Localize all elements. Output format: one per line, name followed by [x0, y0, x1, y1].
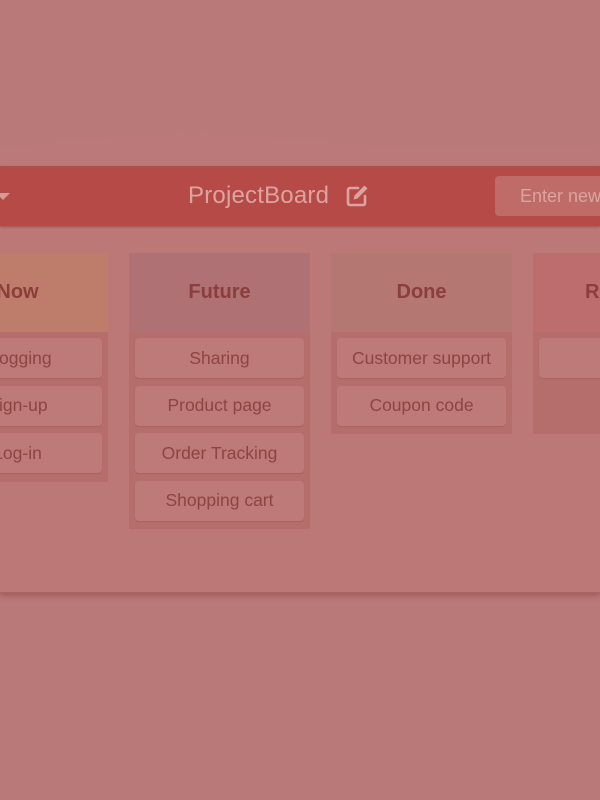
list-now: Now Blogging Sign-up Log-in	[0, 253, 108, 482]
card-placeholder	[539, 385, 600, 426]
caret-down-icon[interactable]	[0, 193, 10, 200]
card[interactable]: pa	[539, 338, 600, 378]
board-title: ProjectBoard	[188, 182, 330, 209]
list-done: Done Customer support Coupon code	[331, 253, 512, 434]
project-board: ProjectBoard Now Blogging Sign-up Log-in…	[0, 166, 600, 593]
card[interactable]: Shopping cart	[135, 480, 304, 521]
list-partial: R pa	[533, 253, 600, 434]
card[interactable]: Sharing	[135, 338, 304, 378]
card[interactable]: Sign-up	[0, 385, 102, 426]
new-list-input[interactable]	[495, 176, 600, 216]
background-wave	[0, 134, 600, 180]
title-area: ProjectBoard	[188, 180, 369, 212]
card[interactable]: Order Tracking	[135, 433, 304, 473]
card[interactable]: Product page	[135, 385, 304, 426]
card[interactable]: Blogging	[0, 338, 102, 378]
list-future: Future Sharing Product page Order Tracki…	[129, 253, 310, 529]
top-bar: ProjectBoard	[0, 166, 600, 226]
list-header[interactable]: R	[533, 253, 600, 332]
list-header[interactable]: Now	[0, 253, 108, 332]
card[interactable]: Coupon code	[337, 385, 506, 426]
edit-icon[interactable]	[345, 184, 369, 208]
list-header[interactable]: Future	[129, 253, 310, 332]
list-header[interactable]: Done	[331, 253, 512, 332]
card[interactable]: Customer support	[337, 338, 506, 378]
card[interactable]: Log-in	[0, 433, 102, 473]
